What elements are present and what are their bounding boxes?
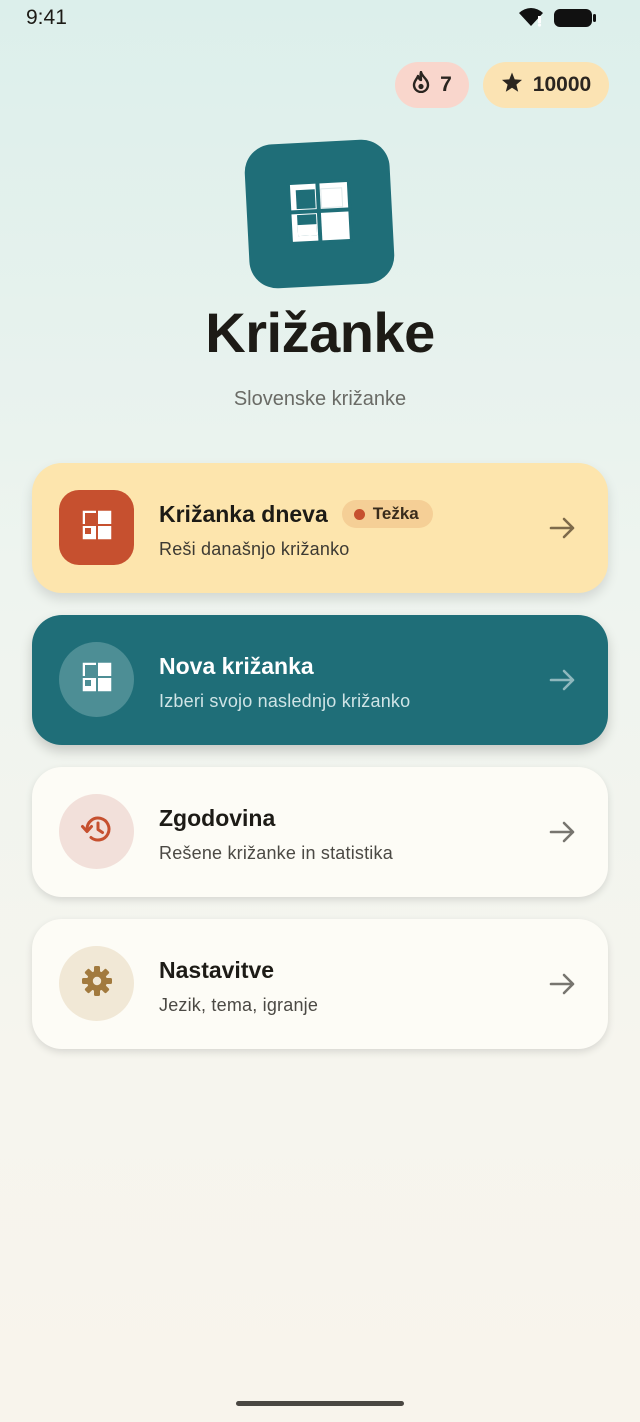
streak-badge[interactable]: 7 [395, 62, 469, 108]
history-text: Zgodovina Rešene križanke in statistika [159, 802, 393, 864]
app-subtitle: Slovenske križanke [233, 388, 407, 410]
new-crossword-card[interactable]: Nova križanka Izberi svojo naslednjo kri… [32, 615, 608, 745]
daily-crossword-title: Križanka dneva [159, 500, 328, 527]
arrow-right-icon [548, 817, 578, 852]
settings-icon-tile [59, 946, 134, 1021]
star-icon [501, 72, 523, 99]
daily-crossword-subtitle: Reši današnjo križanko [159, 539, 350, 559]
settings-card[interactable]: Nastavitve Jezik, tema, igranje [32, 919, 608, 1049]
new-crossword-text: Nova križanka Izberi svojo naslednjo kri… [159, 650, 410, 712]
streak-count: 7 [440, 73, 452, 96]
arrow-right-icon [548, 969, 578, 1004]
settings-subtitle: Jezik, tema, igranje [159, 995, 319, 1015]
daily-crossword-card[interactable]: Križanka dneva Težka Reši današnjo križa… [32, 463, 608, 593]
arrow-right-icon [548, 513, 578, 548]
new-crossword-subtitle: Izberi svojo naslednjo križanko [159, 691, 411, 711]
history-icon [80, 812, 114, 851]
history-title: Zgodovina [159, 804, 276, 831]
difficulty-label: Težka [372, 504, 419, 523]
history-card[interactable]: Zgodovina Rešene križanke in statistika [32, 767, 608, 897]
app-title: Križanke [205, 301, 435, 364]
settings-title: Nastavitve [159, 956, 275, 983]
status-bar: 9:41 [0, 0, 640, 40]
settings-text: Nastavitve Jezik, tema, igranje [159, 954, 318, 1016]
app-logo [243, 138, 396, 290]
history-icon-tile [59, 794, 134, 869]
flame-icon [412, 70, 430, 99]
difficulty-badge: Težka [341, 500, 433, 528]
arrow-right-icon [548, 665, 578, 700]
new-crossword-icon-tile [59, 642, 134, 717]
gear-icon [80, 964, 114, 1003]
crossword-grid-icon [80, 660, 114, 699]
new-crossword-title: Nova križanka [159, 652, 314, 679]
points-badge[interactable]: 10000 [483, 62, 609, 108]
points-count: 10000 [532, 73, 592, 96]
difficulty-dot-icon [353, 508, 365, 520]
wifi-icon [518, 8, 544, 33]
crossword-grid-icon [80, 508, 114, 547]
crossword-grid-icon [286, 178, 354, 250]
history-subtitle: Rešene križanke in statistika [159, 843, 393, 863]
daily-crossword-text: Križanka dneva Težka Reši današnjo križa… [159, 498, 433, 560]
daily-crossword-icon-tile [59, 490, 134, 565]
status-time: 9:41 [26, 6, 67, 29]
battery-icon [553, 8, 597, 33]
home-indicator[interactable] [236, 1401, 404, 1406]
